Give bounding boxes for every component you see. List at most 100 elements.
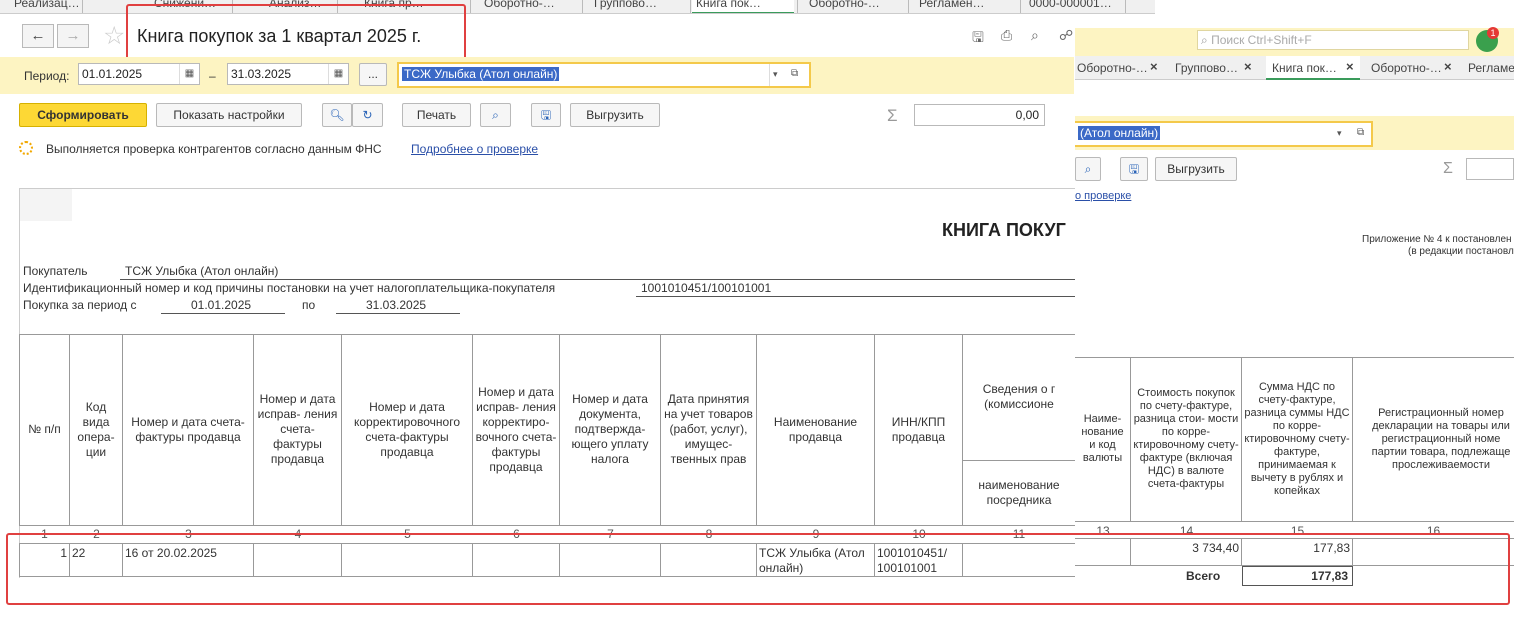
- header-num: № п/п: [19, 334, 70, 526]
- header-accept-date: Дата принятия на учет товаров (работ, ус…: [661, 334, 757, 526]
- preview-button[interactable]: ⌕: [480, 103, 511, 127]
- highlight-row-box: [6, 533, 1510, 605]
- header-currency: Наиме- нование и код валюты: [1075, 357, 1131, 522]
- inn-underline: [636, 296, 1075, 297]
- right-tab-turnover[interactable]: Оборотно-…: [1077, 61, 1148, 75]
- period-label-report: Покупка за период с: [23, 298, 137, 312]
- preview-icon[interactable]: ⌕: [1031, 27, 1039, 44]
- header-invoice-fix: Номер и дата исправ- ления счета- фактур…: [254, 334, 342, 526]
- close-icon[interactable]: ×: [1444, 59, 1452, 74]
- buyer-underline: [120, 279, 1075, 280]
- search-refresh-icon: ↻: [362, 108, 373, 122]
- header-seller-name: Наименование продавца: [757, 334, 875, 526]
- dropdown-icon[interactable]: ▾: [773, 64, 778, 84]
- report-heading: КНИГА ПОКУГ: [942, 220, 1066, 240]
- floppy-icon: 🖫: [540, 108, 552, 122]
- period-from-value: 01.01.2025: [82, 67, 143, 81]
- tab-realization[interactable]: Реализац…: [10, 0, 80, 13]
- tab-turnover-1[interactable]: Оборотно-…: [480, 0, 575, 13]
- global-search-input[interactable]: ⌕ Поиск Ctrl+Shift+F: [1197, 30, 1469, 50]
- header-corr-invoice: Номер и дата корректировочного счета-фак…: [342, 334, 473, 526]
- header-declaration-text: Регистрационный номер декларации на това…: [1371, 406, 1511, 471]
- search-placeholder: Поиск Ctrl+Shift+F: [1211, 33, 1312, 47]
- sigma-icon: Σ: [1443, 160, 1453, 177]
- preview-icon: ⌕: [1084, 162, 1092, 176]
- header-invoice: Номер и дата счета-фактуры продавца: [123, 334, 254, 526]
- calendar-icon[interactable]: ▦: [179, 64, 199, 84]
- header-cost: Стоимость покупок по счету-фактуре, разн…: [1131, 357, 1242, 522]
- right-organization-field[interactable]: (Атол онлайн) ▾ ⧉: [1075, 121, 1373, 147]
- close-icon[interactable]: ×: [1150, 59, 1158, 74]
- export-button[interactable]: Выгрузить: [570, 103, 660, 127]
- form-report-button[interactable]: Сформировать: [19, 103, 147, 127]
- header-seller-inn: ИНН/КПП продавца: [875, 334, 963, 526]
- tab-turnover-2[interactable]: Оборотно-…: [805, 0, 900, 13]
- header-corr-fix: Номер и дата исправ- ления корректиро- в…: [473, 334, 560, 526]
- save-button[interactable]: 🖫: [531, 103, 561, 127]
- notification-badge: 1: [1487, 27, 1499, 39]
- forward-button[interactable]: →: [57, 24, 89, 48]
- period-to-label-report: по: [302, 298, 316, 312]
- period-dash: –: [209, 69, 216, 83]
- favorite-star-icon[interactable]: ☆: [103, 21, 125, 51]
- report-top-border: [19, 188, 1075, 189]
- inn-value: 1001010451/100101001: [641, 281, 772, 295]
- appendix-note: Приложение № 4 к постановлен: [1362, 234, 1512, 245]
- show-settings-button[interactable]: Показать настройки: [156, 103, 302, 127]
- preview-icon: ⌕: [492, 108, 499, 122]
- header-intermediary-name: наименование посредника: [963, 461, 1075, 526]
- inn-label: Идентификационный номер и код причины по…: [23, 281, 556, 295]
- period-select-button[interactable]: ...: [359, 63, 387, 86]
- organization-field[interactable]: ТСЖ Улыбка (Атол онлайн) ▾ ⧉: [397, 62, 811, 88]
- search-next-button[interactable]: ↻: [352, 103, 383, 127]
- right-organization-value: (Атол онлайн): [1078, 126, 1161, 140]
- period-from-underline: [161, 313, 285, 314]
- search-button[interactable]: 🔍︎: [322, 103, 352, 127]
- print-icon[interactable]: ⎙: [1001, 27, 1012, 44]
- right-export-button[interactable]: Выгрузить: [1155, 157, 1237, 181]
- open-icon[interactable]: ⧉: [791, 64, 798, 84]
- header-intermediary-group: Сведения о г (комиссионе: [963, 334, 1075, 461]
- tab-reglament[interactable]: Регламен…: [915, 0, 1010, 13]
- sum-field[interactable]: 0,00: [914, 104, 1045, 126]
- back-button[interactable]: ←: [22, 24, 54, 48]
- calendar-icon[interactable]: ▦: [328, 64, 348, 84]
- period-to-report: 31.03.2025: [366, 298, 427, 312]
- organization-value: ТСЖ Улыбка (Атол онлайн): [402, 67, 560, 81]
- right-save-button[interactable]: 🖫: [1120, 157, 1148, 181]
- period-from-field[interactable]: 01.01.2025 ▦: [78, 63, 200, 85]
- tab-purchase-book[interactable]: Книга пок…: [692, 0, 794, 13]
- right-tab-group[interactable]: Группово…: [1175, 61, 1238, 75]
- arrow-right-icon: →: [65, 27, 81, 44]
- period-to-field[interactable]: 31.03.2025 ▦: [227, 63, 349, 85]
- close-icon[interactable]: ×: [1244, 59, 1252, 74]
- right-tab-purchase-book[interactable]: Книга пок…: [1272, 61, 1337, 75]
- print-button[interactable]: Печать: [402, 103, 471, 127]
- link-icon[interactable]: ☍: [1059, 27, 1073, 44]
- right-preview-button[interactable]: ⌕: [1075, 157, 1101, 181]
- header-intermediary-group-text: Сведения о г (комиссионе: [982, 382, 1056, 411]
- save-icon[interactable]: 🖫: [972, 27, 984, 51]
- loading-icon: [19, 141, 33, 155]
- period-to-underline: [336, 313, 460, 314]
- period-label: Период:: [24, 69, 70, 83]
- sigma-icon: Σ: [887, 106, 898, 125]
- right-check-details-link[interactable]: о проверке: [1075, 190, 1131, 202]
- appendix-note-2: (в редакции постановл: [1408, 246, 1514, 257]
- close-icon[interactable]: ×: [1346, 59, 1354, 74]
- check-details-link[interactable]: Подробнее о проверке: [411, 142, 538, 156]
- arrow-left-icon: ←: [30, 27, 46, 44]
- right-tab-turnover-2[interactable]: Оборотно-…: [1371, 61, 1442, 75]
- search-icon: ⌕: [1201, 33, 1208, 47]
- floppy-icon: 🖫: [1128, 162, 1140, 176]
- open-icon[interactable]: ⧉: [1357, 123, 1364, 143]
- right-tab-reglament[interactable]: Регламе: [1468, 61, 1514, 75]
- right-sum-field[interactable]: [1466, 158, 1514, 180]
- header-op-code: Код вида опера- ции: [70, 334, 123, 526]
- highlight-title-box: [126, 4, 466, 62]
- tab-document[interactable]: 0000-000001…: [1025, 0, 1120, 13]
- search-icon: 🔍︎: [329, 108, 345, 122]
- tab-group[interactable]: Группово…: [590, 0, 680, 13]
- check-status-text: Выполняется проверка контрагентов соглас…: [46, 142, 382, 156]
- dropdown-icon[interactable]: ▾: [1337, 123, 1342, 143]
